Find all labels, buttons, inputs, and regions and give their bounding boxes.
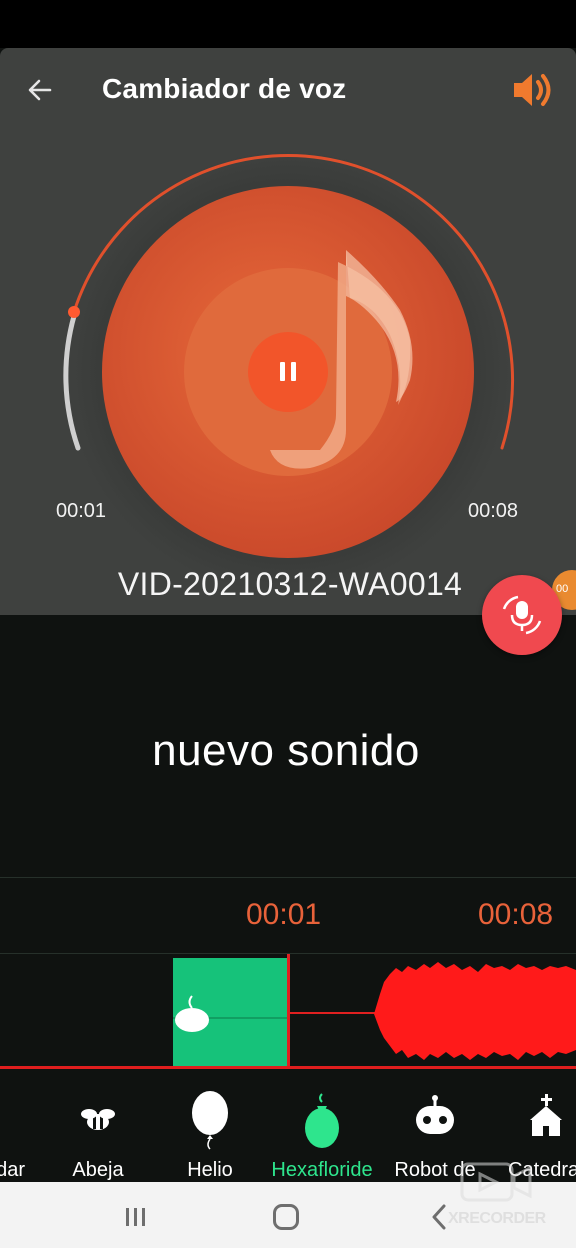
- effect-label: edar: [0, 1159, 26, 1181]
- effect-item-hexafloride[interactable]: Hexafloride: [262, 1070, 382, 1182]
- effect-item-helium[interactable]: Helio: [170, 1070, 250, 1182]
- elapsed-time: 00:01: [56, 500, 107, 522]
- track-line: [290, 1012, 380, 1014]
- playhead[interactable]: [287, 954, 290, 1068]
- effect-label: Hexafloride: [271, 1159, 373, 1181]
- timeline-header: 00:01 00:08: [0, 878, 576, 953]
- balloon-icon: [192, 1091, 228, 1150]
- back-button[interactable]: [20, 70, 60, 110]
- total-time: 00:08: [468, 500, 519, 522]
- volume-button[interactable]: [508, 68, 558, 112]
- timeline-start-time: 00:01: [246, 898, 322, 931]
- speaker-icon: [514, 74, 551, 106]
- bee-icon: [81, 1109, 115, 1130]
- effect-item-bee[interactable]: Abeja: [58, 1070, 138, 1182]
- effect-label: Abeja: [72, 1159, 124, 1181]
- pause-icon: [280, 362, 285, 381]
- robot-icon: [416, 1095, 454, 1134]
- timeline-end-time: 00:08: [478, 898, 554, 931]
- home-button[interactable]: [273, 1204, 299, 1230]
- video-camera-icon: [460, 1162, 532, 1202]
- church-icon: [530, 1094, 562, 1136]
- gas-balloon-icon: [305, 1093, 339, 1148]
- hexafluoride-effect-icon: [173, 995, 288, 1032]
- pause-button[interactable]: [248, 332, 328, 412]
- caption-text: nuevo sonido: [152, 726, 420, 775]
- recorder-watermark: XRECORDER: [448, 1158, 570, 1230]
- screen: Cambiador de voz 00:01 00:08 VID-2021031…: [0, 0, 576, 1248]
- status-bar: [0, 0, 576, 48]
- mic-icon: [502, 595, 542, 635]
- page-title: Cambiador de voz: [102, 73, 347, 104]
- back-arrow-icon: [28, 79, 52, 101]
- record-button[interactable]: [482, 575, 562, 655]
- watermark-text: XRECORDER: [448, 1210, 546, 1227]
- top-bar: Cambiador de voz: [0, 58, 576, 122]
- back-nav-icon[interactable]: [428, 1204, 450, 1230]
- effect-item-radar[interactable]: edar: [0, 1070, 40, 1182]
- waveform: [374, 962, 576, 1060]
- waveform-track[interactable]: [0, 954, 576, 1069]
- selected-segment[interactable]: [173, 958, 288, 1066]
- effect-label: Helio: [187, 1159, 233, 1181]
- track-baseline: [0, 1066, 576, 1069]
- recent-apps-icon[interactable]: [122, 1206, 150, 1228]
- progress-thumb[interactable]: [68, 306, 80, 318]
